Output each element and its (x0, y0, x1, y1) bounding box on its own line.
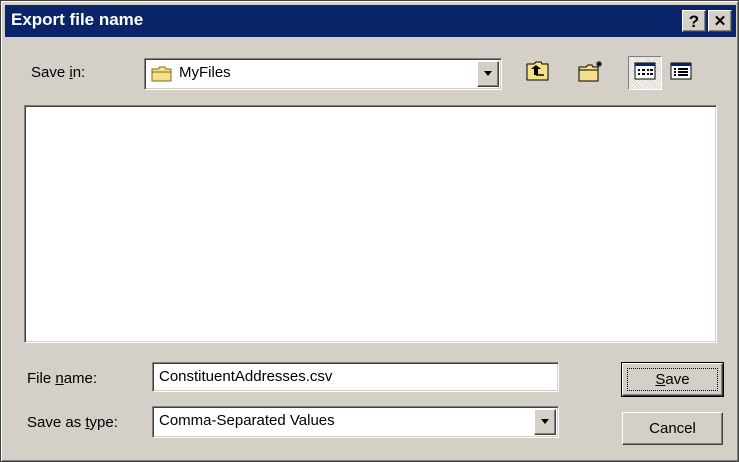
new-folder-icon (577, 59, 605, 87)
save-as-type-value: Comma-Separated Values (159, 412, 335, 429)
save-as-type-dropdown-button[interactable] (534, 409, 556, 435)
details-view-button[interactable] (664, 56, 698, 90)
save-as-type-select[interactable]: Comma-Separated Values (152, 406, 559, 438)
file-name-input[interactable]: ConstituentAddresses.csv (152, 362, 559, 392)
title-bar[interactable]: Export file name ? ✕ (5, 5, 736, 37)
list-view-button[interactable] (628, 56, 662, 90)
file-name-label: File name: (27, 370, 98, 387)
help-button[interactable]: ? (682, 10, 706, 32)
save-button[interactable]: Save (621, 362, 724, 397)
details-view-icon (670, 62, 692, 84)
export-file-dialog: Export file name ? ✕ Save in: MyFiles Fi… (0, 0, 739, 462)
file-name-value: ConstituentAddresses.csv (159, 368, 333, 385)
save-in-dropdown-button[interactable] (477, 61, 499, 87)
save-in-value: MyFiles (179, 64, 231, 81)
up-folder-icon (525, 60, 551, 86)
save-in-combo[interactable]: MyFiles (144, 58, 502, 90)
focus-rect (627, 368, 718, 391)
file-list[interactable] (24, 105, 717, 343)
cancel-button-label: Cancel (649, 420, 696, 437)
close-icon: ✕ (713, 12, 727, 30)
help-icon: ? (688, 11, 700, 31)
window-title: Export file name (11, 10, 144, 29)
cancel-button[interactable]: Cancel (622, 412, 723, 445)
close-button[interactable]: ✕ (708, 10, 732, 32)
folder-icon (151, 66, 173, 87)
save-as-type-label: Save as type: (27, 414, 118, 431)
up-one-level-button[interactable] (521, 56, 555, 90)
save-in-label: Save in: (31, 64, 86, 81)
list-view-icon (634, 62, 656, 84)
create-new-folder-button[interactable] (574, 56, 608, 90)
